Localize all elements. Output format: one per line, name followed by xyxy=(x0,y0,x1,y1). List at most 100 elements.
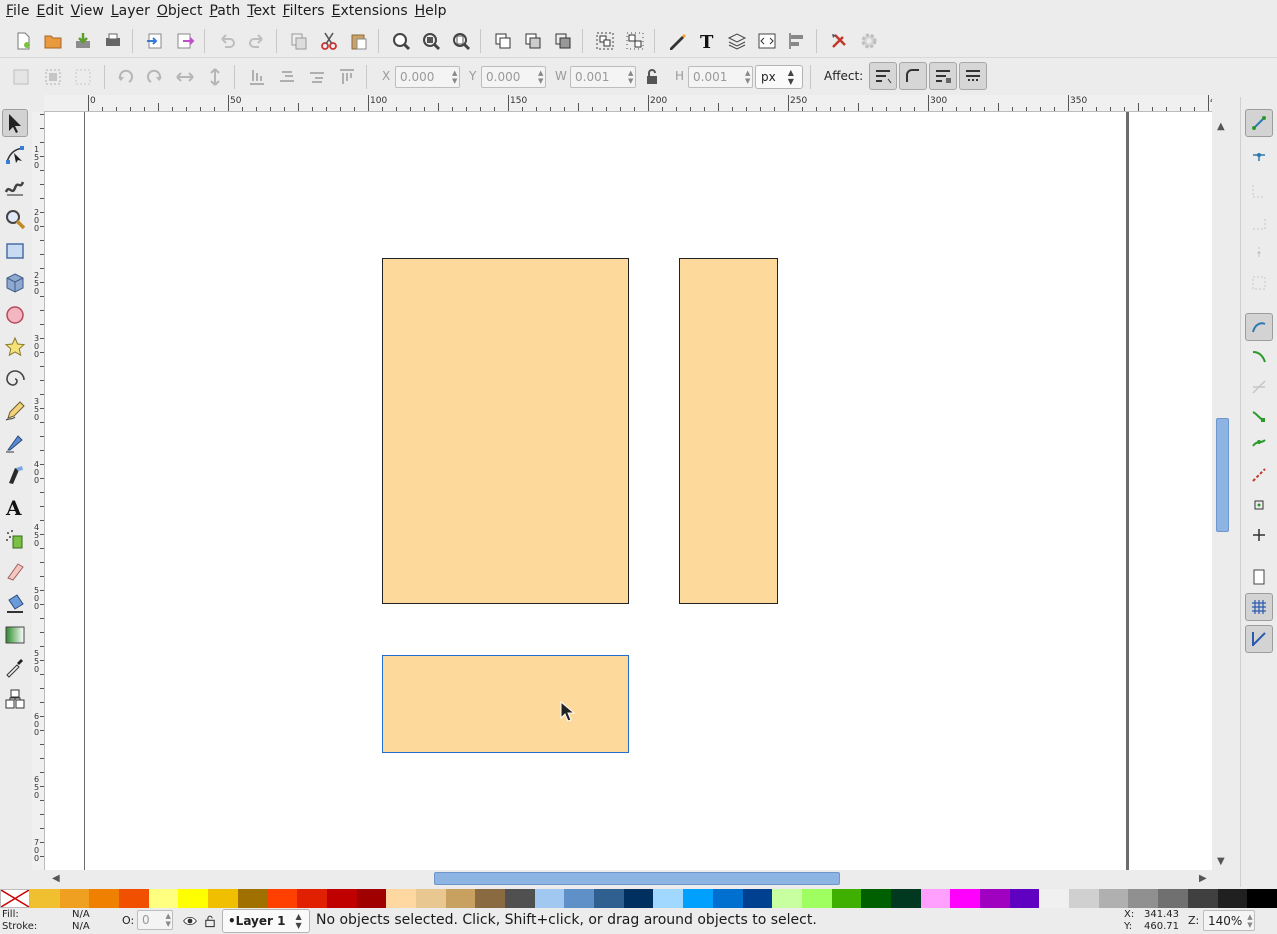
color-swatch[interactable] xyxy=(1247,889,1277,908)
layer-visibility-eye-icon[interactable] xyxy=(180,908,200,934)
paint-bucket-tool[interactable] xyxy=(2,589,28,617)
zoom-stepper[interactable]: ▲ ▼ xyxy=(1246,913,1254,929)
snap-guides-icon[interactable] xyxy=(1245,625,1273,653)
vertical-scrollbar[interactable]: ▲ ▼ xyxy=(1213,112,1231,870)
color-swatch[interactable] xyxy=(326,889,357,908)
print-icon[interactable] xyxy=(100,28,126,54)
scroll-right-icon[interactable]: ▶ xyxy=(1199,873,1207,884)
rotate-cw-icon[interactable] xyxy=(142,64,168,90)
connector-tool[interactable] xyxy=(2,685,28,713)
color-swatch[interactable] xyxy=(594,889,624,908)
color-swatch[interactable] xyxy=(386,889,416,908)
open-icon[interactable] xyxy=(40,28,66,54)
color-swatch[interactable] xyxy=(59,889,90,908)
flip-vertical-icon[interactable] xyxy=(202,64,228,90)
menu-extensions[interactable]: Extensions xyxy=(328,0,411,22)
snap-rotation-center-icon[interactable] xyxy=(1245,521,1273,549)
no-paint-swatch[interactable] xyxy=(0,889,30,908)
affect-gradients-toggle[interactable] xyxy=(929,62,957,90)
color-swatch[interactable] xyxy=(742,889,773,908)
scroll-up-icon[interactable]: ▲ xyxy=(1217,121,1225,132)
color-swatch[interactable] xyxy=(89,889,120,908)
menu-text[interactable]: Text xyxy=(243,0,278,22)
large-rectangle[interactable] xyxy=(382,258,629,604)
color-swatch[interactable] xyxy=(1009,889,1040,908)
spiral-tool[interactable] xyxy=(2,365,28,393)
gradient-tool[interactable] xyxy=(2,621,28,649)
opacity-field[interactable]: ▲▼ xyxy=(137,910,173,930)
color-swatch[interactable] xyxy=(1187,889,1218,908)
snap-object-midpoints-icon[interactable] xyxy=(1245,491,1273,519)
snap-midpoints-icon[interactable] xyxy=(1245,461,1273,489)
w-input[interactable] xyxy=(571,70,627,84)
y-stepper[interactable]: ▲ ▼ xyxy=(536,69,545,85)
zoom-tool[interactable] xyxy=(2,205,28,233)
zoom-page-icon[interactable] xyxy=(448,28,474,54)
save-icon[interactable] xyxy=(70,28,96,54)
preferences-gear-icon[interactable] xyxy=(856,28,882,54)
snap-bbox-corners-icon[interactable] xyxy=(1245,209,1273,237)
color-swatch[interactable] xyxy=(297,889,327,908)
export-icon[interactable] xyxy=(172,28,198,54)
affect-stroke-width-toggle[interactable] xyxy=(869,62,897,90)
color-swatch[interactable] xyxy=(445,889,476,908)
horizontal-scroll-thumb[interactable] xyxy=(434,872,840,885)
zoom-input[interactable] xyxy=(1204,913,1246,928)
drawing-canvas[interactable] xyxy=(45,112,1212,870)
rectangle-tool[interactable] xyxy=(2,237,28,265)
menu-view[interactable]: View xyxy=(67,0,107,22)
color-swatch[interactable] xyxy=(623,889,654,908)
color-swatch[interactable] xyxy=(505,889,535,908)
raise-to-top-icon[interactable] xyxy=(334,64,360,90)
cut-icon[interactable] xyxy=(316,28,342,54)
color-swatch[interactable] xyxy=(356,889,387,908)
snap-smooth-nodes-icon[interactable] xyxy=(1245,431,1273,459)
vertical-ruler[interactable]: 150 200 250 300 350 400 450 500 550 600 650 700 xyxy=(32,112,45,870)
unlink-clone-icon[interactable] xyxy=(550,28,576,54)
layers-icon[interactable] xyxy=(724,28,750,54)
eraser-tool[interactable] xyxy=(2,557,28,585)
ungroup-icon[interactable] xyxy=(622,28,648,54)
lock-ratio-icon[interactable] xyxy=(639,64,665,90)
x-input[interactable] xyxy=(396,70,451,84)
w-stepper[interactable]: ▲ ▼ xyxy=(626,69,635,85)
snap-bbox-edges-icon[interactable] xyxy=(1245,177,1273,205)
snap-page-border-icon[interactable] xyxy=(1245,563,1273,591)
import-icon[interactable] xyxy=(142,28,168,54)
snap-bbox-midpoints-icon[interactable] xyxy=(1245,239,1273,267)
color-swatch[interactable] xyxy=(119,889,149,908)
select-all-icon[interactable] xyxy=(8,64,34,90)
flip-horizontal-icon[interactable] xyxy=(172,64,198,90)
horizontal-scrollbar[interactable]: ◀ ▶ xyxy=(44,870,1212,888)
y-field[interactable]: ▲▼ xyxy=(481,66,546,88)
x-field[interactable]: ▲▼ xyxy=(395,66,460,88)
rotate-ccw-icon[interactable] xyxy=(112,64,138,90)
raise-icon[interactable] xyxy=(304,64,330,90)
snap-nodes-icon[interactable] xyxy=(1245,313,1273,341)
layer-selector[interactable]: •Layer 1 ▲ ▼ xyxy=(222,909,310,933)
snap-bbox-centers-icon[interactable] xyxy=(1245,269,1273,297)
horizontal-ruler[interactable]: 0501001502002503003504004505005506006507… xyxy=(44,95,1212,112)
paste-icon[interactable] xyxy=(346,28,372,54)
color-swatch[interactable] xyxy=(475,889,505,908)
menu-filters[interactable]: Filters xyxy=(279,0,328,22)
color-swatch[interactable] xyxy=(801,889,832,908)
zoom-drawing-icon[interactable] xyxy=(418,28,444,54)
narrow-rectangle[interactable] xyxy=(679,258,778,604)
color-swatch[interactable] xyxy=(208,889,238,908)
color-swatch[interactable] xyxy=(920,889,951,908)
color-swatch[interactable] xyxy=(237,889,268,908)
color-swatch[interactable] xyxy=(1069,889,1099,908)
ellipse-tool[interactable] xyxy=(2,301,28,329)
scroll-left-icon[interactable]: ◀ xyxy=(52,873,60,884)
snap-toggle-icon[interactable] xyxy=(1245,109,1273,137)
scroll-down-icon[interactable]: ▼ xyxy=(1217,856,1225,867)
w-field[interactable]: ▲▼ xyxy=(570,66,636,88)
color-swatch[interactable] xyxy=(831,889,862,908)
affect-patterns-toggle[interactable] xyxy=(959,62,987,90)
tweak-tool[interactable] xyxy=(2,173,28,201)
color-swatch[interactable] xyxy=(415,889,446,908)
snap-intersections-icon[interactable] xyxy=(1245,373,1273,401)
color-swatch[interactable] xyxy=(712,889,743,908)
wide-rectangle[interactable] xyxy=(382,655,629,753)
